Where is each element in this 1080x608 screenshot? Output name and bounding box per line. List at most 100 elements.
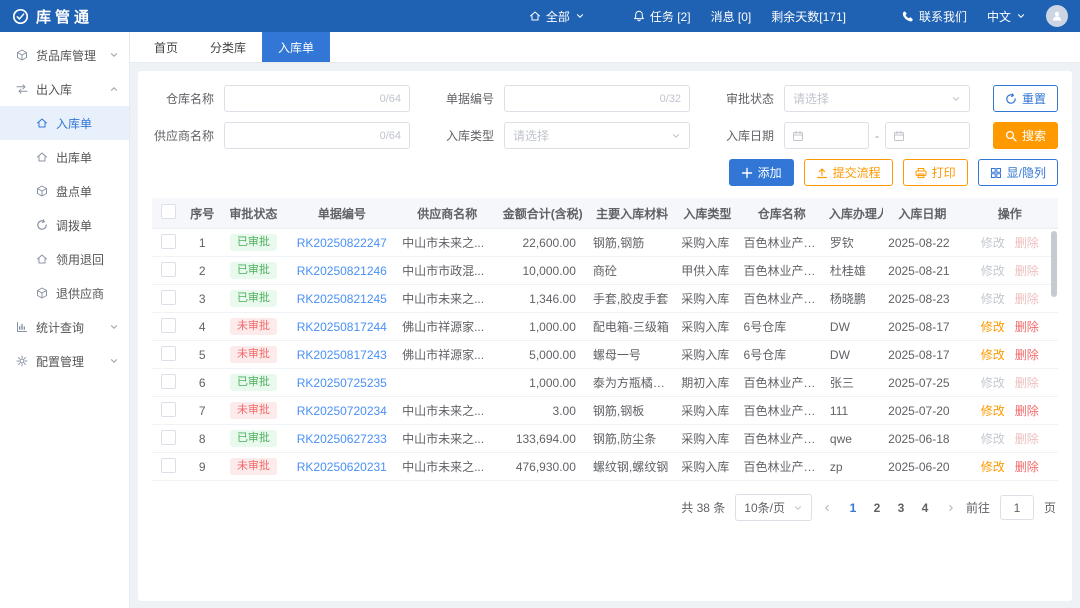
sidebar-item-in-out-warehouse[interactable]: 出入库 [0,72,129,106]
cell-handler: 罗钦 [824,228,884,257]
doc-number-link[interactable]: RK20250720234 [297,404,387,418]
tab-home[interactable]: 首页 [138,32,194,62]
delete-button[interactable]: 删除 [1015,348,1039,362]
cell-handler: 111 [824,396,884,425]
search-button[interactable]: 搜索 [992,122,1058,149]
contact-us-link[interactable]: 联系我们 [902,8,967,25]
doc-number-input[interactable] [513,90,654,107]
page-numbers: 1234 [842,501,936,515]
edit-button[interactable]: 修改 [981,376,1005,390]
col-header-inbound-type: 入库类型 [676,198,739,229]
gear-icon [16,355,28,367]
doc-number-link[interactable]: RK20250627233 [297,432,387,446]
warehouse-icon [529,10,541,22]
add-button[interactable]: 添加 [728,159,794,186]
doc-number-field: 0/32 [504,85,690,112]
sidebar-item-label: 配置管理 [36,354,85,369]
cell-warehouse: 6号仓库 [738,312,825,341]
edit-button[interactable]: 修改 [981,348,1005,362]
delete-button[interactable]: 删除 [1015,320,1039,334]
goto-page-input[interactable] [999,495,1034,520]
cell-select [152,396,185,425]
sidebar-item-config-management[interactable]: 配置管理 [0,344,129,378]
sidebar-item-transfer-order[interactable]: 调拨单 [0,208,129,242]
sidebar-item-inbound-order[interactable]: 入库单 [0,106,129,140]
delete-button[interactable]: 删除 [1015,432,1039,446]
tab-category-library[interactable]: 分类库 [194,32,262,62]
sidebar-item-return-supplier[interactable]: 退供应商 [0,276,129,310]
approval-status-badge: 已审批 [229,374,277,391]
print-button[interactable]: 打印 [902,159,968,186]
delete-button[interactable]: 删除 [1015,404,1039,418]
end-date-input[interactable] [885,122,970,149]
doc-number-filter: 单据编号 0/32 [432,85,690,112]
cell-status: 已审批 [220,284,287,313]
tasks-link[interactable]: 任务 [2] [633,8,691,25]
cell-material: 商砼 [587,256,677,285]
page-number-2[interactable]: 2 [866,501,888,515]
table-scrollbar[interactable] [1051,231,1057,297]
edit-button[interactable]: 修改 [981,404,1005,418]
page-number-1[interactable]: 1 [842,501,864,515]
language-label: 中文 [986,9,1011,24]
row-checkbox[interactable] [160,233,176,249]
edit-button[interactable]: 修改 [981,292,1005,306]
doc-number-link[interactable]: RK20250620231 [297,460,387,474]
row-checkbox[interactable] [160,345,176,361]
doc-number-link[interactable]: RK20250725235 [297,376,387,390]
edit-button[interactable]: 修改 [981,236,1005,250]
app-logo: 库管通 [12,6,93,27]
submit-flow-button[interactable]: 提交流程 [803,159,893,186]
doc-number-link[interactable]: RK20250822247 [297,236,387,250]
cell-supplier: 中山市未来之... [397,228,498,257]
delete-button[interactable]: 删除 [1015,376,1039,390]
row-checkbox[interactable] [160,457,176,473]
row-checkbox[interactable] [160,261,176,277]
doc-number-link[interactable]: RK20250817244 [297,320,387,334]
messages-link[interactable]: 消息 [0] [711,8,752,25]
delete-button[interactable]: 删除 [1015,236,1039,250]
show-hide-columns-button[interactable]: 显/隐列 [977,159,1058,186]
delete-button[interactable]: 删除 [1015,460,1039,474]
sidebar-item-statistics-query[interactable]: 统计查询 [0,310,129,344]
approval-status-select[interactable]: 请选择 [784,85,970,112]
doc-number-link[interactable]: RK20250821246 [297,264,387,278]
doc-number-link[interactable]: RK20250821245 [297,292,387,306]
sidebar-item-requisition-return[interactable]: 领用退回 [0,242,129,276]
edit-button[interactable]: 修改 [981,432,1005,446]
sidebar-item-stocktake-order[interactable]: 盘点单 [0,174,129,208]
delete-button[interactable]: 删除 [1015,264,1039,278]
scope-selector[interactable]: 全部 [529,8,585,25]
page-number-4[interactable]: 4 [914,501,936,515]
warehouse-name-input[interactable] [233,90,374,107]
select-placeholder: 请选择 [793,92,830,106]
select-all-checkbox[interactable] [160,204,176,219]
language-selector[interactable]: 中文 [987,8,1026,25]
row-checkbox[interactable] [160,317,176,333]
prev-page-button[interactable] [822,503,832,513]
row-checkbox[interactable] [160,289,176,305]
doc-number-link[interactable]: RK20250817243 [297,348,387,362]
supplier-name-input[interactable] [233,127,374,144]
row-checkbox[interactable] [160,373,176,389]
cell-amount: 5,000.00 [497,340,588,369]
sidebar-item-outbound-order[interactable]: 出库单 [0,140,129,174]
edit-button[interactable]: 修改 [981,460,1005,474]
reset-button[interactable]: 重置 [992,85,1058,112]
tab-inbound-order[interactable]: 入库单 [262,32,331,62]
row-checkbox[interactable] [160,401,176,417]
sidebar-item-goods-library[interactable]: 货品库管理 [0,38,129,72]
page-size-select[interactable]: 10条/页 [735,494,812,521]
delete-button[interactable]: 删除 [1015,292,1039,306]
user-avatar[interactable] [1046,5,1068,27]
cell-select [152,256,185,285]
next-page-button[interactable] [946,503,956,513]
edit-button[interactable]: 修改 [981,264,1005,278]
start-date-input[interactable] [784,122,869,149]
cell-inbound-type: 期初入库 [676,368,739,397]
edit-button[interactable]: 修改 [981,320,1005,334]
page-number-3[interactable]: 3 [890,501,912,515]
row-checkbox[interactable] [160,429,176,445]
inbound-type-select[interactable]: 请选择 [504,122,690,149]
col-header-supplier: 供应商名称 [397,198,498,229]
